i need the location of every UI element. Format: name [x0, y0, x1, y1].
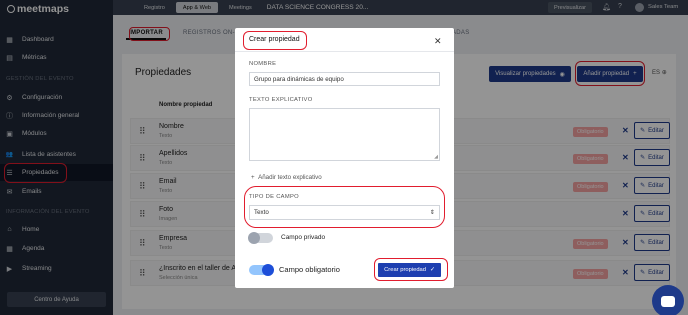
toggle-knob	[262, 264, 274, 276]
create-property-button[interactable]: Crear propiedad ✓	[378, 263, 441, 277]
explain-label: TEXTO EXPLICATIVO	[249, 97, 313, 103]
private-field-label: Campo privado	[281, 234, 326, 241]
divider	[235, 51, 454, 52]
chat-button[interactable]	[652, 285, 684, 315]
explain-textarea[interactable]: ◢	[249, 108, 440, 161]
modal-title: Crear propiedad	[249, 36, 300, 43]
private-field-toggle[interactable]	[248, 232, 273, 244]
sort-arrows-icon: ⇕	[429, 209, 435, 216]
chat-icon	[661, 295, 675, 307]
close-icon[interactable]: ✕	[434, 36, 442, 47]
create-property-modal: Crear propiedad ✕ NOMBRE Grupo para diná…	[235, 28, 454, 288]
field-type-label: TIPO DE CAMPO	[249, 194, 299, 200]
toggle-knob	[248, 232, 260, 244]
required-field-toggle[interactable]	[249, 264, 274, 276]
name-input[interactable]: Grupo para dinámicas de equipo	[249, 72, 440, 86]
check-icon: ✓	[430, 267, 435, 273]
resize-handle-icon[interactable]: ◢	[434, 154, 438, 160]
required-field-label: Campo obligatorio	[279, 265, 340, 274]
field-type-select[interactable]: Texto ⇕	[249, 205, 440, 220]
add-explanation-link[interactable]: + Añadir texto explicativo	[251, 174, 322, 181]
plus-icon: +	[251, 174, 255, 181]
name-label: NOMBRE	[249, 61, 277, 67]
